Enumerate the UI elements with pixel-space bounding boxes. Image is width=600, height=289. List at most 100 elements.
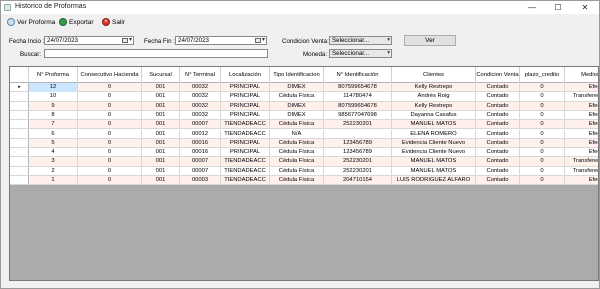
table-cell[interactable]: 0 [78,157,142,167]
row-header[interactable] [10,167,29,176]
column-header[interactable]: N° Terminal [180,67,221,83]
table-cell[interactable]: DIMEX [270,110,324,121]
table-cell[interactable]: 0 [78,166,142,176]
view-button[interactable]: Ver [404,35,456,46]
table-cell[interactable]: 001 [142,101,180,111]
table-cell[interactable]: 00003 [180,176,221,186]
table-cell[interactable]: DIMEX [270,101,324,111]
column-header[interactable]: N° Identificación [324,67,392,83]
table-cell[interactable]: 001 [142,157,180,167]
table-cell[interactable]: LUIS RODRIGUEZ ALFARO [392,176,476,186]
table-cell[interactable]: 001 [142,83,180,93]
table-cell[interactable]: 0 [520,176,565,186]
row-header[interactable] [10,92,29,102]
table-cell[interactable]: 0 [78,138,142,149]
column-header[interactable]: Consecutivo Hacienda [78,67,142,83]
table-cell[interactable]: 00032 [180,110,221,121]
table-cell[interactable]: 7 [29,120,78,130]
table-row[interactable]: 1 0 001 00003 TIENDADEACC Cédula Física 204710… [29,176,598,186]
table-cell[interactable]: 001 [142,166,180,176]
proformas-grid[interactable]: N° Proforma Consecutivo Hacienda Sucursal N… [9,66,599,281]
table-cell[interactable]: Contado [476,101,520,111]
table-cell[interactable]: 10 [29,92,78,102]
table-cell[interactable]: Transferencia - d [565,92,598,101]
table-cell[interactable]: Cédula Física [270,166,324,176]
column-header[interactable]: N° Proforma [29,67,78,83]
table-cell[interactable]: 1 [29,176,78,186]
table-cell[interactable]: 0 [78,83,142,93]
table-cell[interactable]: 001 [142,176,180,186]
table-cell[interactable]: 00016 [180,148,221,158]
table-cell[interactable]: 0 [520,101,565,111]
table-cell[interactable]: 0 [520,138,565,149]
table-cell[interactable]: Efec [565,176,598,185]
row-header[interactable] [10,111,29,121]
table-cell[interactable]: 4 [29,148,78,158]
table-cell[interactable]: Contado [476,176,520,186]
table-cell[interactable]: Efec [565,130,598,139]
table-cell[interactable]: Contado [476,148,520,158]
table-cell[interactable]: MANUEL MATOS [392,166,476,176]
table-cell[interactable]: Cédula Física [270,138,324,149]
date-end-picker[interactable]: 24/07/2023 ▾ [175,36,267,45]
table-cell[interactable]: Contado [476,138,520,149]
table-cell[interactable]: TIENDADEACC [221,166,270,176]
table-cell[interactable]: MANUEL MATOS [392,157,476,167]
date-end-calendar-button[interactable]: ▾ [255,37,265,44]
table-cell[interactable]: 204710154 [324,176,392,186]
table-cell[interactable]: 00007 [180,120,221,130]
table-cell[interactable]: 3 [29,157,78,167]
row-header[interactable] [10,148,29,158]
table-cell[interactable]: Contado [476,110,520,121]
currency-select[interactable]: Seleccionar... ▾ [329,49,392,58]
table-cell[interactable]: Transferencia - d [565,167,598,176]
table-cell[interactable]: 00032 [180,92,221,102]
table-cell[interactable]: Kelly Restrepo [392,101,476,111]
row-header[interactable] [10,176,29,186]
table-cell[interactable]: Transferencia - d [565,157,598,166]
table-cell[interactable]: 00012 [180,129,221,139]
row-header[interactable] [10,157,29,167]
table-cell[interactable]: Evidencia Cliente Nuevo [392,148,476,158]
table-cell[interactable]: Efec [565,83,598,92]
table-cell[interactable]: TIENDADEACC [221,157,270,167]
table-cell[interactable]: 0 [520,157,565,167]
table-row[interactable]: 7 0 001 00007 TIENDADEACC Cédula Física 252230… [29,120,598,130]
table-cell[interactable]: 0 [78,129,142,139]
row-header[interactable] [10,120,29,130]
table-cell[interactable]: 12 [29,83,78,93]
row-header[interactable] [10,130,29,139]
column-header[interactable]: plazo_credito [520,67,565,83]
table-cell[interactable]: 9 [29,101,78,111]
table-cell[interactable]: Andrés Roig [392,92,476,102]
table-cell[interactable]: Efec [565,111,598,120]
table-cell[interactable]: TIENDADEACC [221,120,270,130]
row-header[interactable] [10,139,29,149]
table-cell[interactable]: 001 [142,148,180,158]
table-cell[interactable]: 0 [78,148,142,158]
table-cell[interactable]: 807599654678 [324,101,392,111]
table-cell[interactable]: PRINCIPAL [221,101,270,111]
export-button[interactable]: Exportar [59,16,94,28]
maximize-button[interactable]: ☐ [545,1,571,14]
table-cell[interactable]: Dayanna Casafus [392,110,476,121]
table-cell[interactable]: Contado [476,157,520,167]
table-cell[interactable]: Contado [476,83,520,93]
view-proforma-button[interactable]: Ver Proforma [7,16,55,28]
table-cell[interactable]: 6 [29,129,78,139]
date-start-calendar-button[interactable]: ▾ [122,37,132,44]
table-cell[interactable]: 0 [78,120,142,130]
table-cell[interactable]: 8 [29,110,78,121]
table-row[interactable]: 3 0 001 00007 TIENDADEACC Cédula Física 252230… [29,157,598,167]
table-cell[interactable]: Cédula Física [270,148,324,158]
table-cell[interactable]: 252230201 [324,120,392,130]
table-cell[interactable]: 985677047698 [324,110,392,121]
column-header[interactable]: Sucursal [142,67,180,83]
table-cell[interactable]: 001 [142,129,180,139]
table-cell[interactable]: ELENA ROMERO [392,129,476,139]
table-cell[interactable]: Cédula Física [270,120,324,130]
table-cell[interactable]: Cédula Física [270,176,324,186]
table-cell[interactable]: 00007 [180,166,221,176]
table-cell[interactable]: MANUEL MATOS [392,120,476,130]
table-cell[interactable] [324,129,392,139]
